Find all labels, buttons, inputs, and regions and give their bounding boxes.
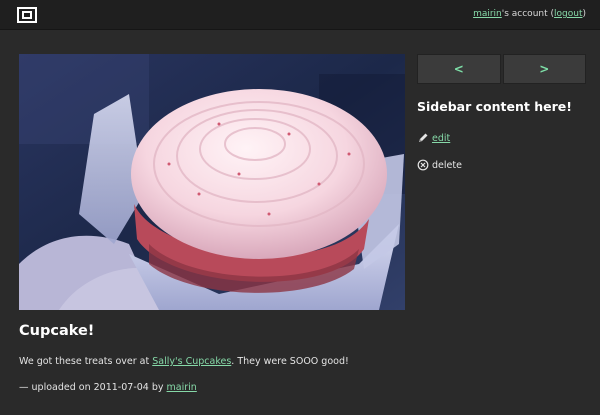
meta-prefix: — uploaded on: [19, 382, 94, 393]
meta-by: by: [148, 382, 167, 393]
logout-link[interactable]: logout: [554, 9, 582, 19]
sidebar-title: Sidebar content here!: [417, 99, 572, 114]
delete-action[interactable]: delete: [417, 159, 586, 171]
cupcake-photo[interactable]: [19, 54, 405, 310]
top-bar: mairin's account (logout): [0, 0, 600, 30]
prev-button[interactable]: <: [417, 54, 501, 84]
edit-action[interactable]: edit: [417, 132, 586, 144]
pencil-icon: [419, 133, 428, 142]
account-username-link[interactable]: mairin: [473, 9, 502, 19]
description-text-before: We got these treats over at: [19, 356, 153, 367]
post-meta: — uploaded on 2011-07-04 by mairin: [19, 382, 197, 393]
next-button[interactable]: >: [502, 54, 586, 84]
post-title: Cupcake!: [19, 323, 95, 339]
account-close-paren: ): [582, 9, 586, 19]
sallys-cupcakes-link[interactable]: Sally's Cupcakes: [152, 356, 231, 367]
post-description: We got these treats over at Sally's Cupc…: [19, 356, 349, 367]
circle-x-icon: [417, 159, 429, 171]
upload-date: 2011-07-04: [93, 382, 149, 393]
square-frame-icon[interactable]: [17, 7, 37, 23]
description-text-after: . They were SOOO good!: [231, 356, 349, 367]
author-link[interactable]: mairin: [167, 382, 197, 393]
account-suffix: 's account (: [501, 9, 555, 19]
edit-link[interactable]: edit: [432, 133, 450, 144]
sidebar: < > Sidebar content here! edit delete: [417, 54, 586, 171]
pager: < >: [417, 54, 586, 84]
delete-label[interactable]: delete: [432, 160, 462, 171]
account-info: mairin's account (logout): [473, 9, 586, 19]
